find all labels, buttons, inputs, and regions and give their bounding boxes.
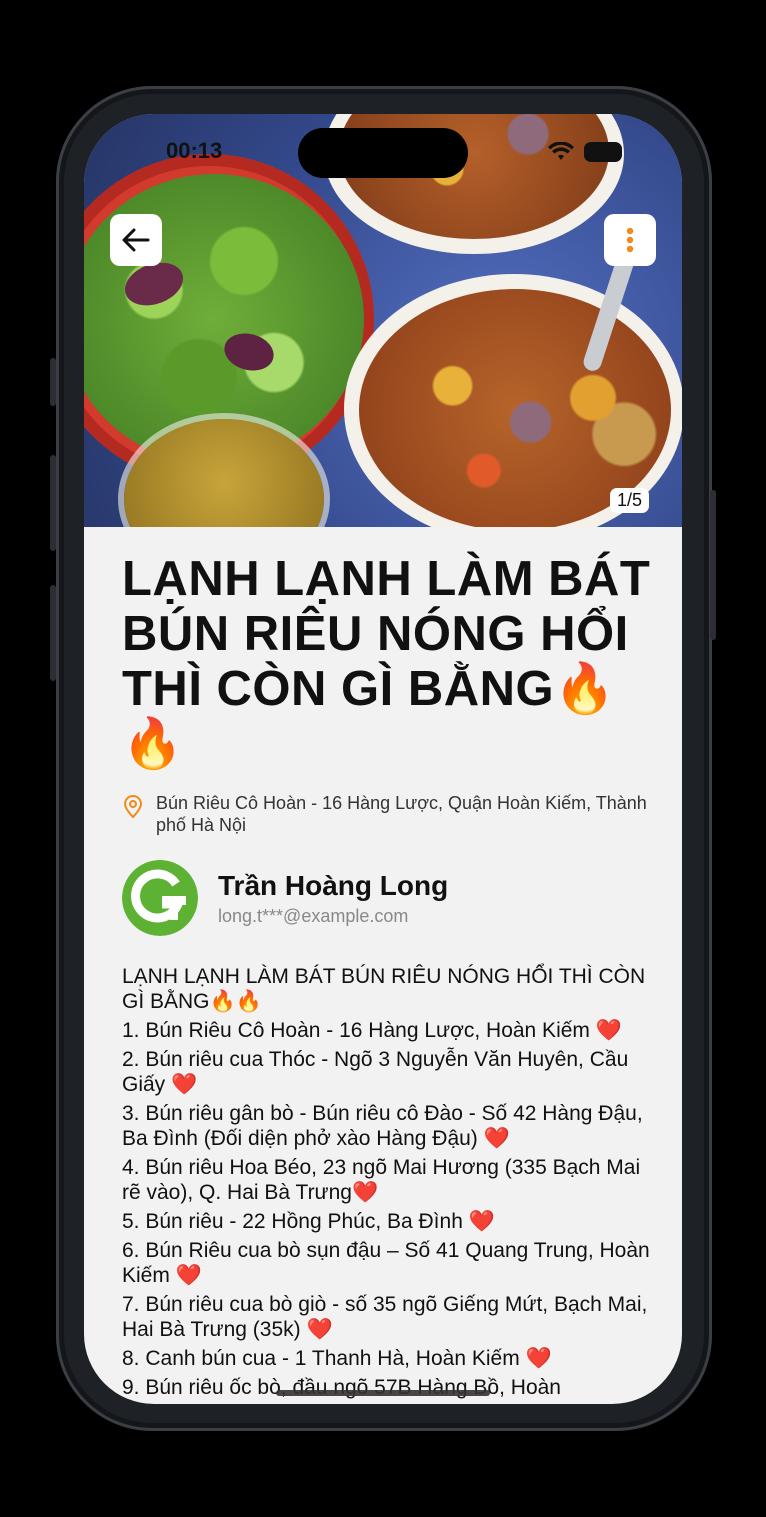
location-pin-icon (123, 795, 143, 819)
location-text: Bún Riêu Cô Hoàn - 16 Hàng Lược, Quận Ho… (156, 793, 647, 835)
author-name: Trần Hoàng Long (218, 869, 449, 901)
description-line: 3. Bún riêu gân bò - Bún riêu cô Đào - S… (122, 1102, 643, 1150)
photo-page-indicator: 1/5 (610, 488, 650, 513)
description-line: 1. Bún Riêu Cô Hoàn - 16 Hàng Lược, Hoàn… (122, 1019, 622, 1042)
status-time: 00:13 (166, 138, 223, 163)
more-vertical-icon (626, 227, 634, 253)
wifi-icon (548, 142, 574, 160)
description-line: LẠNH LẠNH LÀM BÁT BÚN RIÊU NÓNG HỔI THÌ … (122, 965, 646, 1013)
description-line: 8. Canh bún cua - 1 Thanh Hà, Hoàn Kiếm … (122, 1347, 552, 1370)
description-line: 4. Bún riêu Hoa Béo, 23 ngõ Mai Hương (3… (122, 1156, 641, 1204)
description-line: 9. Bún riêu ốc bò, đầu ngõ 57B Hàng Bồ, … (122, 1376, 561, 1399)
post-content: LẠNH LẠNH LÀM BÁT BÚN RIÊU NÓNG HỔI THÌ … (122, 552, 652, 1404)
description-line: 6. Bún Riêu cua bò sụn đậu – Số 41 Quang… (122, 1239, 650, 1287)
post-description: LẠNH LẠNH LÀM BÁT BÚN RIÊU NÓNG HỔI THÌ … (122, 964, 652, 1400)
dynamic-island (298, 128, 468, 178)
phone-volume-down-button (50, 585, 56, 681)
more-options-button[interactable] (604, 214, 656, 266)
author-info: Trần Hoàng Long long.t***@example.com (218, 870, 448, 927)
avatar[interactable] (122, 860, 198, 936)
description-line: 2. Bún riêu cua Thóc - Ngõ 3 Nguyễn Văn … (122, 1048, 629, 1096)
phone-power-button (710, 490, 716, 640)
phone-action-button (50, 358, 56, 406)
post-title: LẠNH LẠNH LÀM BÁT BÚN RIÊU NÓNG HỔI THÌ … (122, 552, 651, 771)
description-line: 5. Bún riêu - 22 Hồng Phúc, Ba Đình ❤️ (122, 1210, 495, 1233)
author-row[interactable]: Trần Hoàng Long long.t***@example.com (122, 860, 652, 936)
post-location[interactable]: Bún Riêu Cô Hoàn - 16 Hàng Lược, Quận Ho… (122, 792, 652, 836)
arrow-left-icon (122, 228, 150, 252)
back-button[interactable] (110, 214, 162, 266)
app-screen: 00:13 1/5 LẠNH LẠNH LÀM BÁT BÚN RIÊU NÓN… (84, 114, 682, 1404)
author-email: long.t***@example.com (218, 905, 409, 926)
phone-volume-up-button (50, 455, 56, 551)
description-line: 7. Bún riêu cua bò giò - số 35 ngõ Giếng… (122, 1293, 648, 1341)
photo-carousel[interactable]: 00:13 1/5 (84, 114, 682, 527)
home-indicator[interactable] (276, 1390, 490, 1396)
author-logo-icon (122, 860, 198, 936)
battery-icon (586, 144, 620, 160)
